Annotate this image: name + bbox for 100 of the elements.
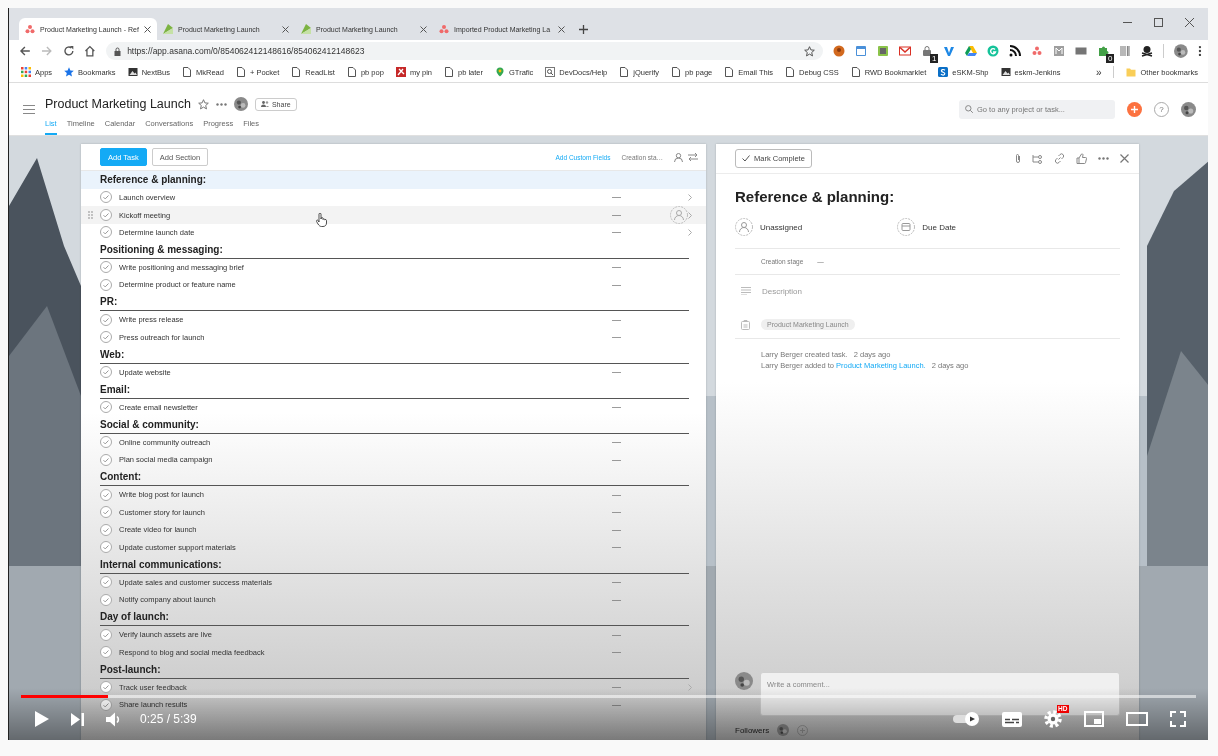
- close-icon[interactable]: [282, 25, 289, 33]
- fullscreen-icon[interactable]: [1170, 711, 1186, 727]
- section-header[interactable]: Post-launch:: [100, 661, 689, 679]
- checkmark-circle-icon[interactable]: [100, 261, 112, 274]
- extension-icon[interactable]: [1097, 45, 1110, 57]
- section-header[interactable]: Content:: [100, 468, 689, 486]
- task-title[interactable]: Reference & planning:: [735, 188, 1120, 205]
- checkmark-circle-icon[interactable]: [100, 366, 112, 379]
- checkmark-circle-icon[interactable]: [100, 646, 112, 659]
- description-icon: [741, 287, 751, 295]
- close-icon[interactable]: [558, 25, 565, 33]
- paperclip-icon[interactable]: [1015, 153, 1021, 164]
- section-header[interactable]: Social & community:: [100, 416, 689, 434]
- theater-mode-icon[interactable]: [1126, 712, 1148, 726]
- checkmark-circle-icon[interactable]: [100, 436, 112, 449]
- chevron-right-icon[interactable]: [688, 211, 692, 219]
- extension-icon[interactable]: [1009, 45, 1022, 57]
- home-icon[interactable]: [84, 45, 97, 57]
- chevron-right-icon[interactable]: [688, 228, 692, 236]
- checkmark-circle-icon[interactable]: [100, 331, 112, 344]
- subtask-icon[interactable]: [1032, 153, 1043, 164]
- checkmark-circle-icon[interactable]: [100, 453, 112, 466]
- section-header[interactable]: PR:: [100, 293, 689, 311]
- checkmark-circle-icon[interactable]: [100, 278, 112, 291]
- page-icon: [444, 67, 454, 77]
- table-cell-text: —: [612, 402, 622, 413]
- star-icon: [64, 67, 75, 77]
- folder-icon: [1126, 67, 1137, 77]
- menu-icon[interactable]: [1198, 45, 1202, 57]
- table-cell-text: —: [612, 454, 622, 465]
- settings-icon[interactable]: [1044, 710, 1062, 728]
- extension-badge: 0: [1105, 54, 1115, 63]
- avatar-icon[interactable]: [1181, 101, 1196, 117]
- star-icon[interactable]: [197, 98, 209, 110]
- avatar-icon[interactable]: [735, 672, 753, 690]
- checkmark-circle-icon[interactable]: [100, 209, 112, 221]
- add-icon[interactable]: [1127, 101, 1142, 117]
- checkmark-circle-icon[interactable]: [100, 488, 112, 501]
- close-icon[interactable]: [420, 25, 427, 33]
- avatar-icon[interactable]: [777, 724, 790, 736]
- checkmark-circle-icon[interactable]: [100, 576, 112, 589]
- avatar-icon[interactable]: [233, 97, 248, 111]
- section-header[interactable]: Reference & planning:: [81, 171, 706, 189]
- add-follower-icon[interactable]: [797, 724, 809, 736]
- new-tab-icon[interactable]: [579, 25, 588, 34]
- checkmark-circle-icon[interactable]: [100, 541, 112, 554]
- back-icon[interactable]: [19, 45, 31, 57]
- section-header[interactable]: Email:: [100, 381, 689, 399]
- assignee-icon[interactable]: [670, 206, 688, 224]
- calendar-icon[interactable]: [897, 218, 916, 236]
- autoplay-toggle[interactable]: [952, 712, 980, 726]
- extension-icon[interactable]: [1141, 45, 1154, 57]
- section-header[interactable]: Day of launch:: [100, 608, 689, 626]
- checkmark-circle-icon[interactable]: [100, 681, 112, 694]
- assignee-icon[interactable]: [735, 218, 753, 236]
- section-header[interactable]: Internal communications:: [100, 556, 689, 574]
- checkmark-circle-icon[interactable]: [100, 698, 112, 711]
- volume-icon[interactable]: [106, 711, 122, 727]
- close-icon[interactable]: [1185, 18, 1194, 27]
- checkmark-circle-icon[interactable]: [100, 313, 112, 326]
- maximize-icon[interactable]: [1154, 18, 1163, 27]
- section-header[interactable]: Positioning & messaging:: [100, 241, 689, 259]
- checkmark-circle-icon[interactable]: [100, 523, 112, 536]
- table-cell-text: —: [612, 699, 622, 710]
- hand-cursor-icon: [316, 213, 327, 227]
- miniplayer-icon[interactable]: [1084, 711, 1104, 727]
- link-icon[interactable]: [1054, 153, 1065, 164]
- close-icon[interactable]: [144, 25, 151, 33]
- page-icon: [785, 67, 796, 77]
- star-icon[interactable]: [804, 45, 816, 57]
- checkmark-circle-icon[interactable]: [100, 226, 112, 239]
- close-icon[interactable]: [1120, 154, 1129, 163]
- person-icon[interactable]: [674, 152, 683, 162]
- section-header[interactable]: Web:: [100, 346, 689, 364]
- favicon-icon: [301, 24, 311, 34]
- checkmark-circle-icon[interactable]: [100, 191, 112, 204]
- table-cell-text: —: [612, 314, 622, 325]
- address-bar[interactable]: https://app.asana.com/0/854062412148616/854062412148623: [106, 42, 824, 60]
- reload-icon[interactable]: [62, 45, 75, 57]
- checkmark-circle-icon[interactable]: [100, 506, 112, 519]
- checkmark-circle-icon[interactable]: [100, 401, 112, 414]
- checkmark-circle-icon[interactable]: [100, 593, 112, 606]
- more-icon[interactable]: [215, 102, 227, 106]
- pin-icon: [395, 67, 406, 77]
- overflow-chevron[interactable]: »: [1095, 66, 1102, 78]
- extension-icon[interactable]: [833, 45, 846, 57]
- due-date-label[interactable]: Due Date: [922, 222, 957, 232]
- next-icon[interactable]: [71, 712, 84, 726]
- assignee-label[interactable]: Unassigned: [760, 222, 803, 232]
- thumbs-up-icon[interactable]: [1076, 153, 1087, 164]
- play-icon[interactable]: [35, 711, 49, 727]
- avatar-icon[interactable]: [1174, 44, 1189, 58]
- table-cell-text: —: [612, 437, 622, 448]
- chevron-right-icon[interactable]: [688, 193, 692, 201]
- more-icon[interactable]: [1098, 157, 1109, 160]
- checkmark-circle-icon[interactable]: [100, 628, 112, 641]
- sort-icon[interactable]: [688, 153, 698, 161]
- drag-handle-icon[interactable]: [88, 211, 93, 219]
- extension-icon[interactable]: [921, 45, 934, 57]
- help-button[interactable]: ?: [1154, 101, 1169, 117]
